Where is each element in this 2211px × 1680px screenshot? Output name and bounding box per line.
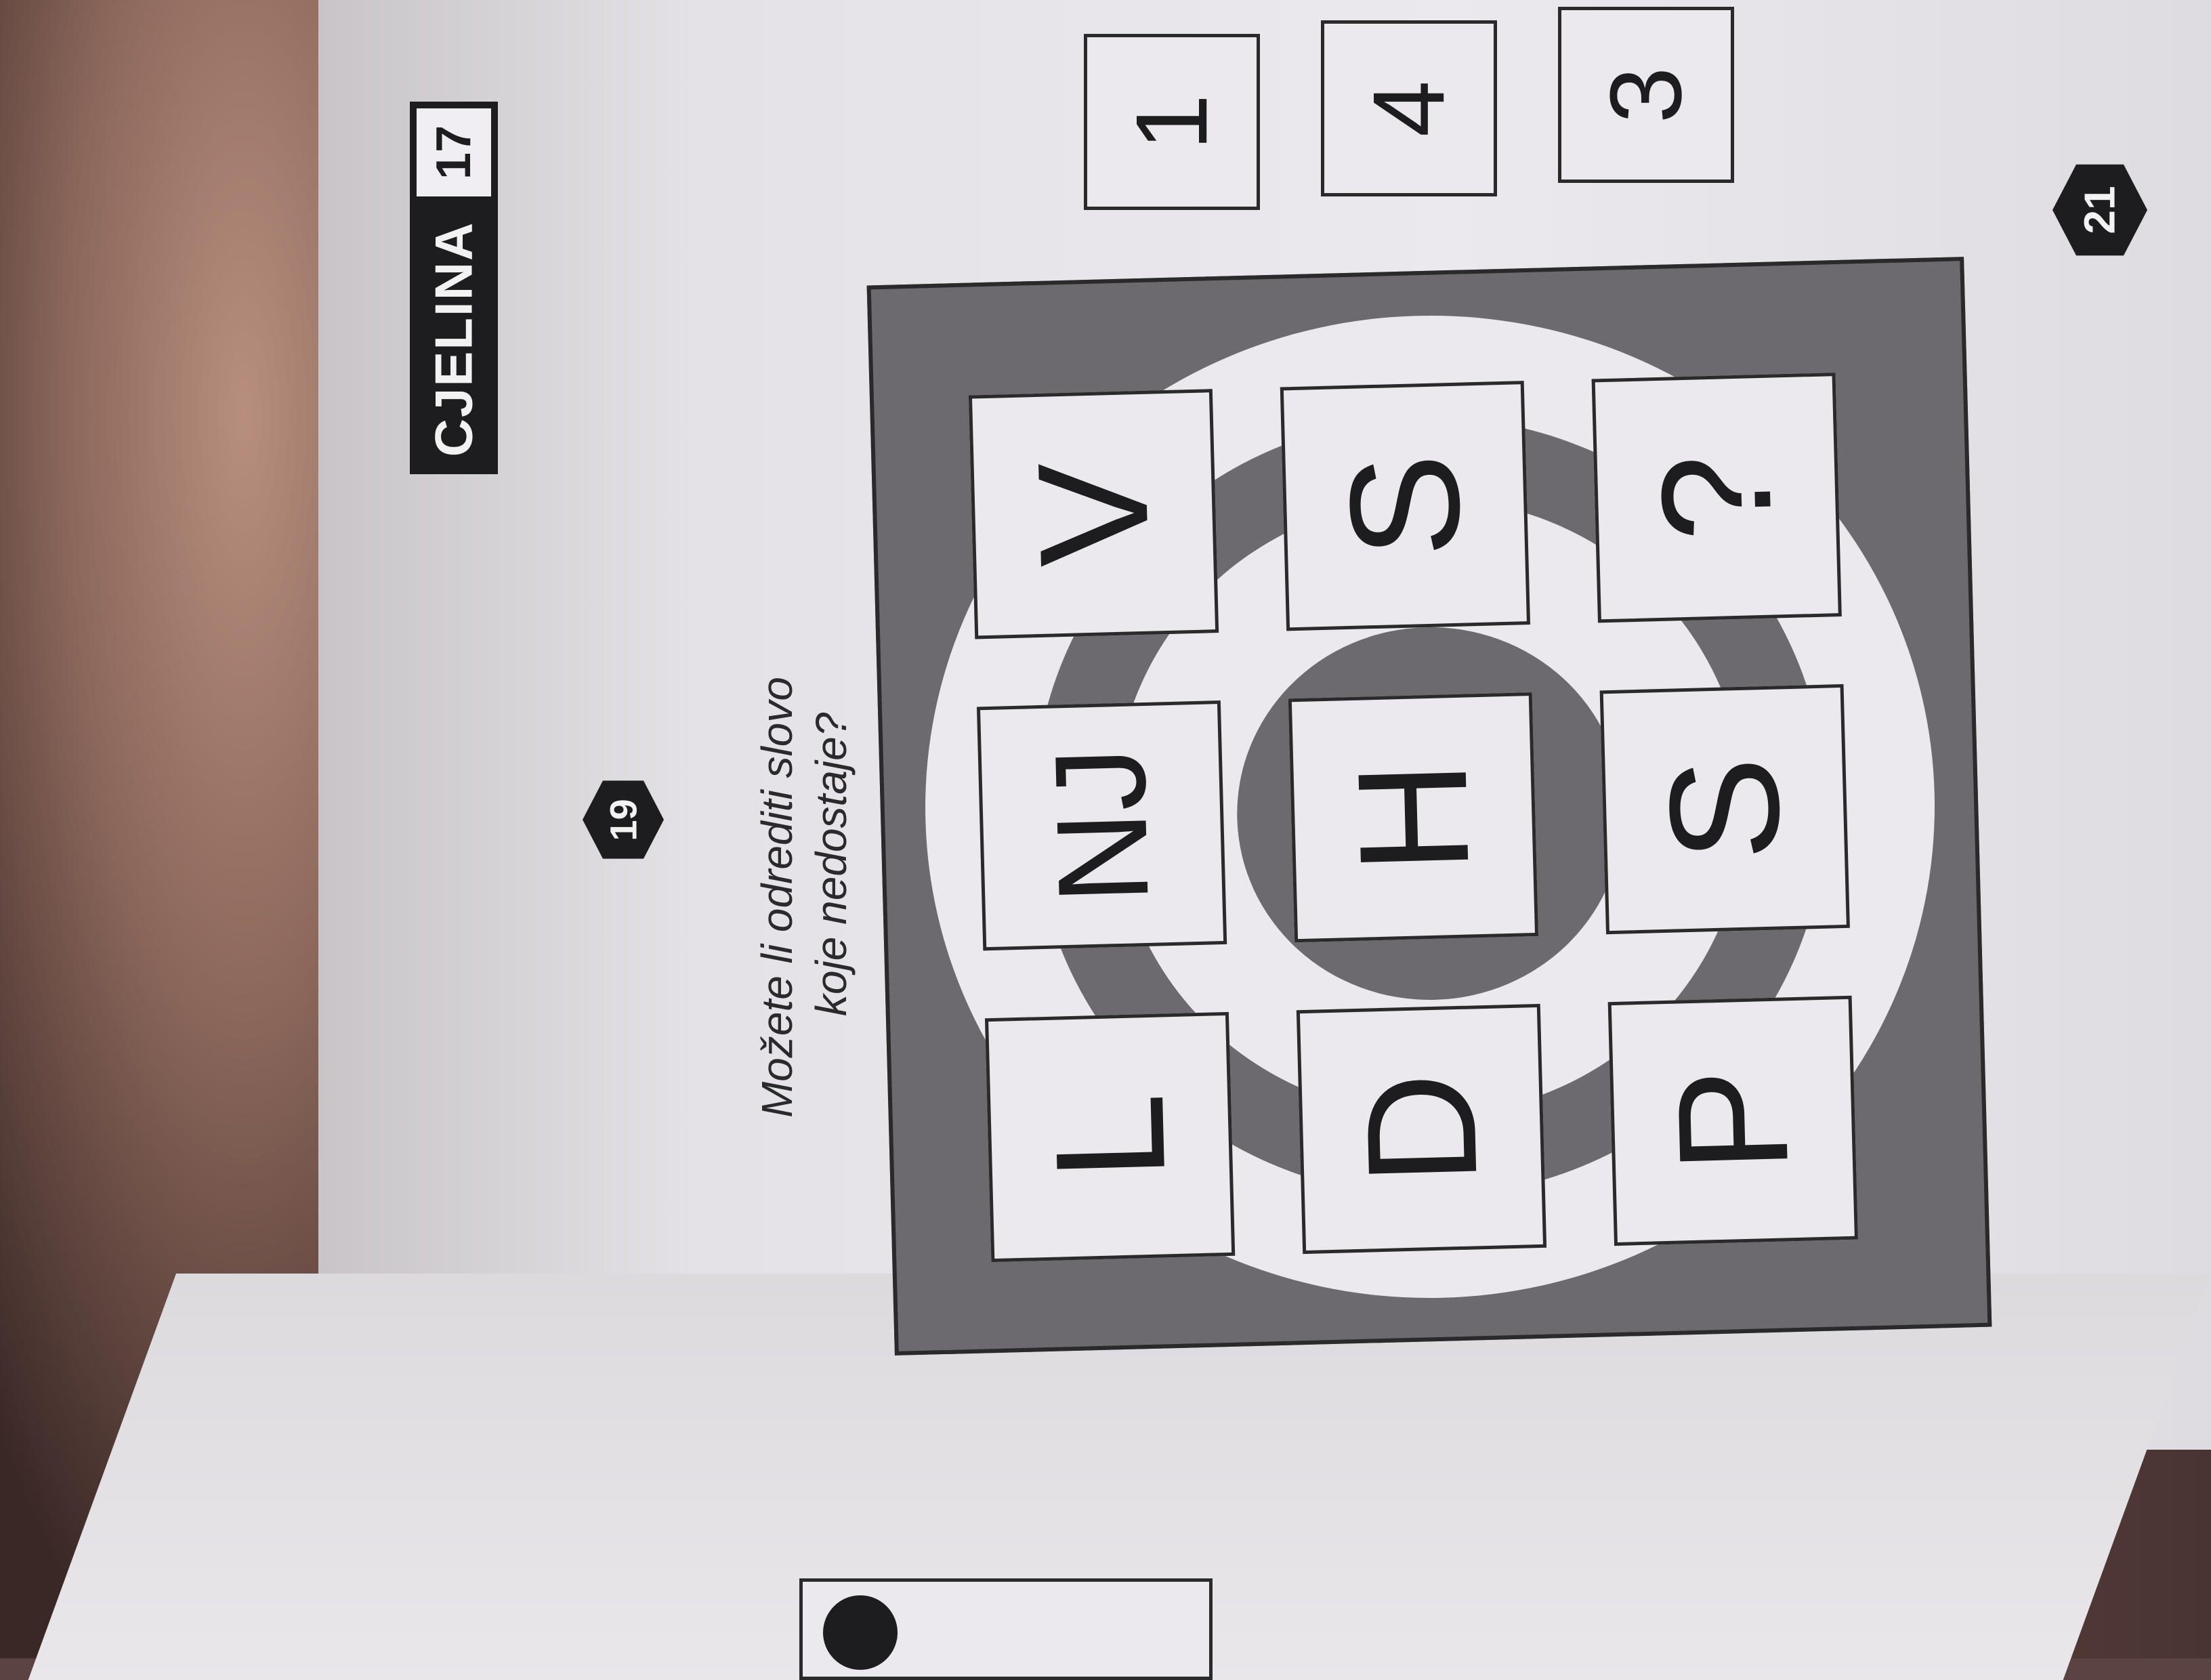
page-number: 21 (2076, 186, 2124, 234)
tile-r1c3: V (968, 389, 1219, 639)
black-dot-shape (823, 1595, 898, 1670)
next-page-figure (799, 1578, 1213, 1680)
answer-option-2[interactable]: 4 (1321, 20, 1497, 196)
tile-r1c1: L (984, 1011, 1236, 1263)
letter-puzzle: L NJ V D H S P S ? (866, 257, 1992, 1356)
tile-r2c1: D (1296, 1003, 1547, 1255)
tile-r3c3: ? (1591, 373, 1842, 623)
question-text: Možete li odrediti slovo koje nedostaje? (677, 576, 881, 1118)
tile-r3c1: P (1607, 995, 1858, 1246)
answer-option-1[interactable]: 1 (1084, 34, 1260, 210)
question-line-1: Možete li odrediti slovo (753, 677, 801, 1118)
chapter-badge: CJELINA (410, 203, 498, 474)
chapter-number: 17 (427, 125, 481, 180)
chapter-label: CJELINA (423, 221, 484, 457)
tile-r2c2: H (1288, 692, 1539, 943)
tile-r3c2: S (1599, 684, 1850, 935)
chapter-number-box: 17 (410, 102, 498, 203)
tile-r1c2: NJ (976, 700, 1227, 951)
question-line-2: koje nedostaje? (807, 712, 856, 1016)
problem-number: 19 (602, 798, 645, 841)
tile-r2c3: S (1280, 381, 1531, 631)
answer-option-3[interactable]: 3 (1558, 7, 1734, 183)
